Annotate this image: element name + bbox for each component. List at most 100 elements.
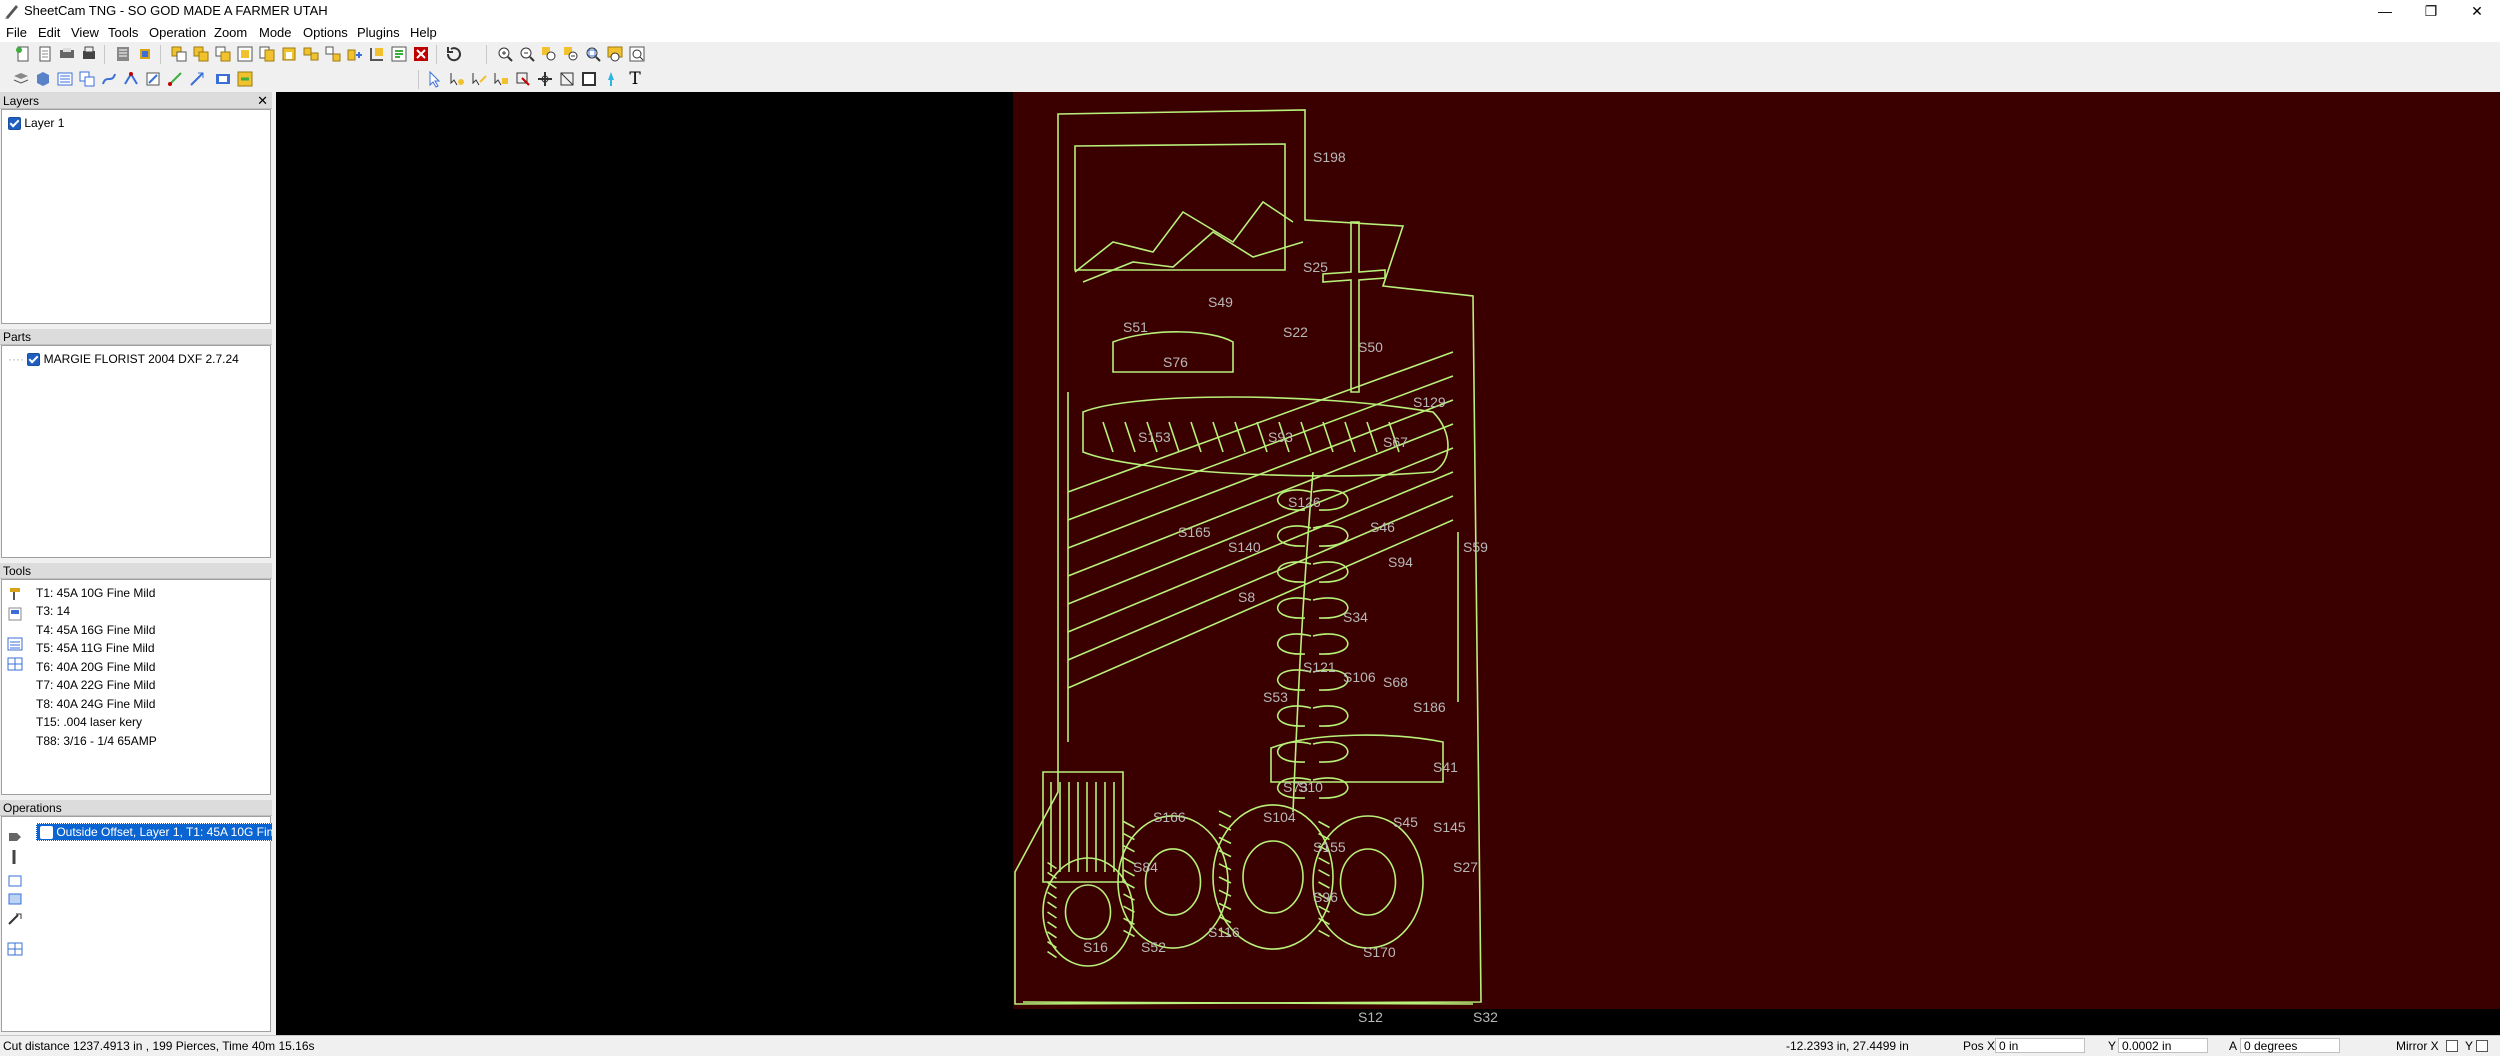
zoom-previous-icon[interactable] — [606, 45, 624, 63]
copy-icon[interactable] — [258, 45, 276, 63]
group-icon[interactable] — [302, 45, 320, 63]
part-label-text: S51 — [1123, 319, 1148, 335]
mirror-y-checkbox[interactable] — [2476, 1040, 2488, 1052]
operation-item-selected[interactable]: Outside Offset, Layer 1, T1: 45A 10G Fin… — [36, 823, 298, 842]
add-tool-icon[interactable] — [6, 586, 24, 602]
undo-icon[interactable] — [444, 45, 462, 63]
layers-panel-title: Layers — [3, 94, 40, 108]
maximize-button[interactable]: ❐ — [2408, 0, 2454, 22]
part-icon[interactable] — [34, 70, 52, 88]
drill-icon[interactable] — [122, 70, 140, 88]
origin-icon[interactable] — [536, 70, 554, 88]
delete-icon[interactable] — [412, 45, 430, 63]
operations-panel-header: Operations — [0, 800, 272, 816]
edit-tool-icon[interactable] — [6, 606, 24, 622]
menu-view[interactable]: View — [71, 25, 99, 40]
layer-icon[interactable] — [12, 70, 30, 88]
ungroup-icon[interactable] — [324, 45, 342, 63]
drill-op-icon[interactable] — [6, 849, 24, 865]
pos-y-field[interactable]: 0.0002 in — [2118, 1038, 2208, 1053]
tool-table-icon[interactable] — [114, 45, 132, 63]
plasma-op-icon[interactable] — [6, 829, 24, 845]
import-drawing-icon[interactable] — [170, 45, 188, 63]
part-label-text: S129 — [1413, 394, 1446, 410]
import-layers-icon[interactable] — [236, 45, 254, 63]
menu-options[interactable]: Options — [303, 25, 348, 40]
contour-op-icon[interactable] — [6, 873, 24, 889]
job-options-icon[interactable] — [390, 45, 408, 63]
menu-help[interactable]: Help — [410, 25, 437, 40]
paste-icon[interactable] — [280, 45, 298, 63]
tool-item[interactable]: T3: 14 — [36, 604, 70, 618]
tool-item[interactable]: T88: 3/16 - 1/4 65AMP — [36, 734, 157, 748]
engrave-icon[interactable] — [144, 70, 162, 88]
close-panel-button[interactable]: ✕ — [257, 93, 268, 109]
save-icon[interactable] — [58, 45, 76, 63]
layer-checkbox[interactable] — [8, 117, 21, 131]
menu-tools[interactable]: Tools — [108, 25, 138, 40]
menu-file[interactable]: File — [6, 25, 27, 40]
zoom-out-icon[interactable] — [518, 45, 536, 63]
op-list-icon[interactable] — [6, 941, 24, 957]
engrave-op-icon[interactable] — [6, 911, 24, 927]
operation-icon[interactable] — [78, 70, 96, 88]
marker-icon[interactable] — [602, 70, 620, 88]
new-icon[interactable] — [14, 45, 32, 63]
post-processor-icon[interactable] — [136, 45, 154, 63]
tab-icon[interactable] — [236, 70, 254, 88]
zoom-in-icon[interactable] — [496, 45, 514, 63]
lead-in-icon[interactable] — [188, 70, 206, 88]
cut-info: Cut distance 1237.4913 in , 199 Pierces,… — [3, 1039, 315, 1053]
start-point-icon[interactable] — [166, 70, 184, 88]
contour-icon[interactable] — [100, 70, 118, 88]
scale-icon[interactable] — [492, 70, 510, 88]
nest-icon[interactable] — [346, 45, 364, 63]
tool-item[interactable]: T8: 40A 24G Fine Mild — [36, 697, 155, 711]
menu-plugins[interactable]: Plugins — [357, 25, 400, 40]
menu-zoom[interactable]: Zoom — [214, 25, 247, 40]
part-checkbox[interactable] — [27, 353, 41, 367]
drawing-canvas[interactable]: S198 S25 S49 S51 S76 S22 S50 S129 S153 S93 S67 S126… — [276, 92, 2500, 1035]
rotate-icon[interactable] — [470, 70, 488, 88]
sheet-icon[interactable] — [56, 70, 74, 88]
close-window-button[interactable]: ✕ — [2454, 0, 2500, 22]
tool-list-icon[interactable] — [6, 636, 24, 652]
tool-item[interactable]: T1: 45A 10G Fine Mild — [36, 586, 155, 600]
zoom-extents-icon[interactable] — [584, 45, 602, 63]
angle-field[interactable]: 0 degrees — [2240, 1038, 2340, 1053]
tool-grid-icon[interactable] — [6, 656, 24, 672]
tool-item[interactable]: T5: 45A 11G Fine Mild — [36, 641, 155, 655]
open-icon[interactable] — [36, 45, 54, 63]
combine-detail — [1344, 421, 1356, 453]
part-item[interactable]: ···· MARGIE FLORIST 2004 DXF 2.7.24 — [8, 352, 239, 367]
text-icon[interactable]: T — [626, 70, 644, 88]
menu-edit[interactable]: Edit — [38, 25, 60, 40]
tool-item[interactable]: T15: .004 laser kery — [36, 715, 142, 729]
measure-icon[interactable] — [558, 70, 576, 88]
import-part-icon[interactable] — [192, 45, 210, 63]
tool-item[interactable]: T4: 45A 16G Fine Mild — [36, 623, 155, 637]
cross — [1322, 221, 1386, 393]
pos-x-field[interactable]: 0 in — [1995, 1038, 2085, 1053]
zoom-fit-icon[interactable] — [540, 45, 558, 63]
tool-item[interactable]: T7: 40A 22G Fine Mild — [36, 678, 155, 692]
move-icon[interactable] — [448, 70, 466, 88]
operation-checkbox[interactable] — [40, 826, 53, 840]
minimize-button[interactable]: — — [2362, 0, 2408, 22]
square-icon[interactable] — [580, 70, 598, 88]
tools-panel: T1: 45A 10G Fine Mild T3: 14 T4: 45A 16G… — [1, 579, 271, 795]
layer-item[interactable]: Layer 1 — [8, 116, 64, 131]
mirror-x-checkbox[interactable] — [2446, 1040, 2458, 1052]
jet-op-icon[interactable] — [6, 891, 24, 907]
menu-mode[interactable]: Mode — [259, 25, 292, 40]
edit-path-icon[interactable] — [514, 70, 532, 88]
menu-operation[interactable]: Operation — [149, 25, 206, 40]
print-icon[interactable] — [80, 45, 98, 63]
tool-item[interactable]: T6: 40A 20G Fine Mild — [36, 660, 155, 674]
cut-path-icon[interactable] — [214, 70, 232, 88]
zoom-part-icon[interactable] — [628, 45, 646, 63]
zoom-window-icon[interactable] — [562, 45, 580, 63]
layout-icon[interactable] — [368, 45, 386, 63]
select-icon[interactable] — [426, 70, 444, 88]
import-plot-icon[interactable] — [214, 45, 232, 63]
